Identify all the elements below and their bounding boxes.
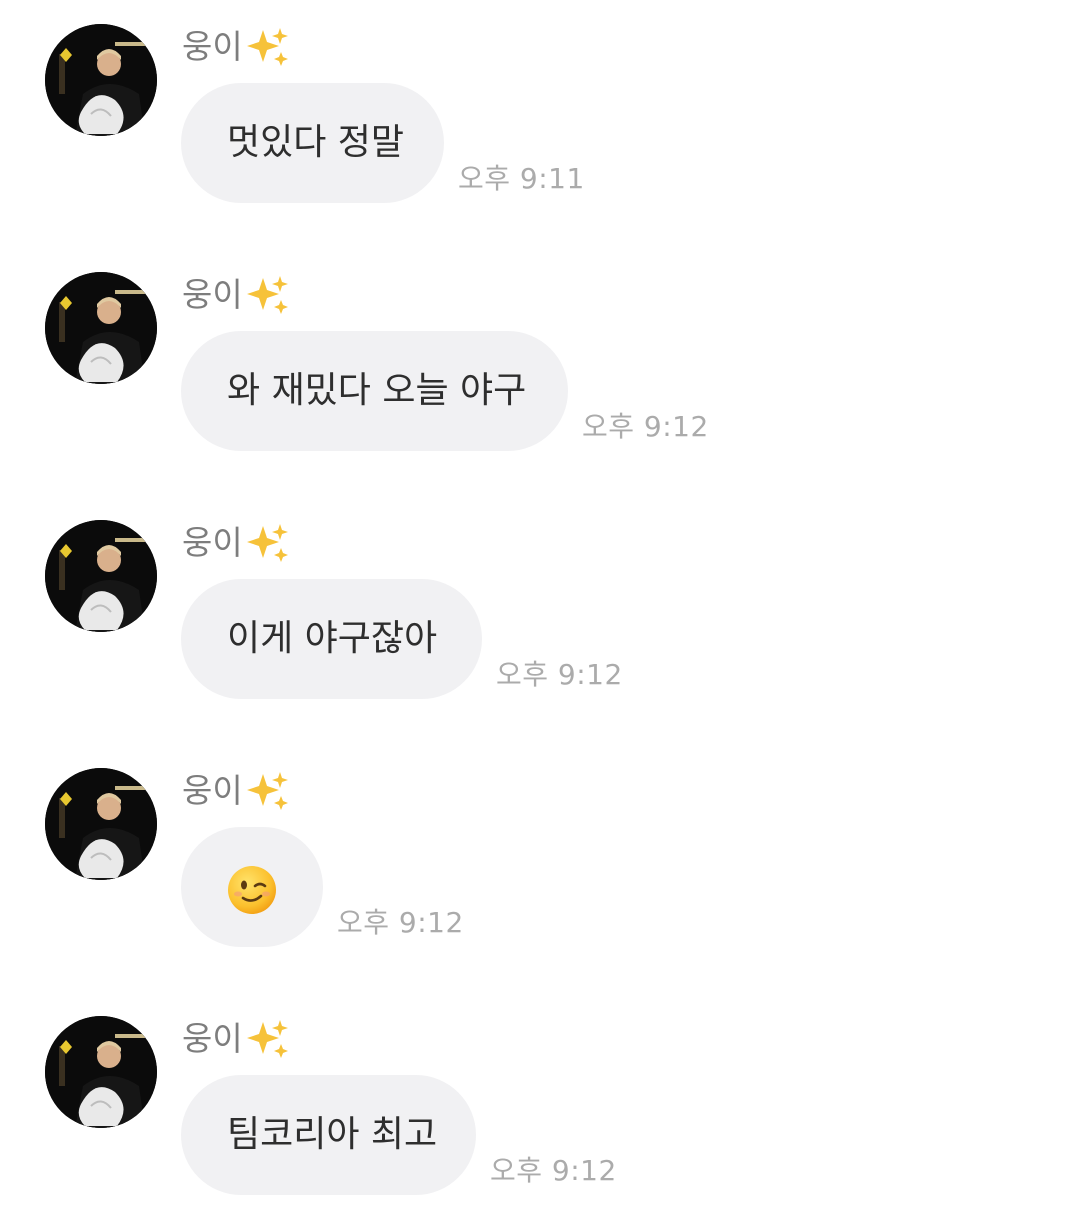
sparkles-icon: [246, 772, 288, 810]
sender-name-text: 웅이: [182, 1019, 243, 1058]
sender-name-text: 웅이: [182, 523, 243, 562]
avatar[interactable]: [45, 272, 157, 384]
sender-name-text: 웅이: [182, 27, 243, 66]
message-time: 오후 9:12: [496, 658, 623, 691]
message-row: 웅이 와 재밌다 오늘 야구 오후 9:12: [0, 248, 1080, 451]
avatar[interactable]: [45, 1016, 157, 1128]
sparkles-icon: [246, 276, 288, 314]
avatar[interactable]: [45, 768, 157, 880]
message-text: 멋있다 정말: [227, 122, 405, 163]
sender-name: 웅이: [182, 1016, 291, 1062]
sparkles-icon: [246, 1020, 288, 1058]
sender-name: 웅이: [182, 24, 291, 70]
message-bubble[interactable]: 와 재밌다 오늘 야구: [181, 331, 568, 451]
avatar[interactable]: [45, 520, 157, 632]
message-time: 오후 9:12: [337, 906, 464, 939]
winking-face-icon: [228, 866, 276, 914]
sparkles-icon: [246, 28, 288, 66]
message-row: 웅이 이게 야구잖아 오후 9:12: [0, 496, 1080, 699]
message-bubble[interactable]: [181, 827, 323, 947]
sender-name: 웅이: [182, 520, 291, 566]
sender-name-text: 웅이: [182, 275, 243, 314]
message-bubble[interactable]: 팀코리아 최고: [181, 1075, 476, 1195]
message-row: 웅이 오후 9:12: [0, 744, 1080, 947]
message-text: 팀코리아 최고: [227, 1114, 438, 1155]
sparkles-icon: [246, 524, 288, 562]
message-time: 오후 9:11: [458, 162, 585, 195]
message-row: 웅이 팀코리아 최고 오후 9:12: [0, 992, 1080, 1195]
message-time: 오후 9:12: [490, 1154, 617, 1187]
message-time: 오후 9:12: [582, 410, 709, 443]
message-row: 웅이 멋있다 정말 오후 9:11: [0, 0, 1080, 203]
message-text: 와 재밌다 오늘 야구: [227, 370, 527, 411]
sender-name-text: 웅이: [182, 771, 243, 810]
message-bubble[interactable]: 멋있다 정말: [181, 83, 444, 203]
message-bubble[interactable]: 이게 야구잖아: [181, 579, 482, 699]
sender-name: 웅이: [182, 768, 291, 814]
avatar[interactable]: [45, 24, 157, 136]
sender-name: 웅이: [182, 272, 291, 318]
message-text: 이게 야구잖아: [227, 618, 438, 659]
